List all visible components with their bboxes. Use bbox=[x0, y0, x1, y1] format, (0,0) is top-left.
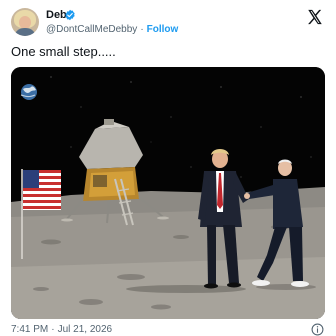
tweet-header: Deb @DontCallMeDebby · Follow bbox=[0, 0, 336, 40]
separator-dot: · bbox=[51, 324, 55, 335]
follow-button[interactable]: Follow bbox=[147, 24, 179, 35]
info-icon[interactable] bbox=[311, 323, 324, 336]
tweet-text: One small step..... bbox=[11, 44, 116, 59]
verified-badge-icon bbox=[65, 9, 75, 21]
separator-dot: · bbox=[140, 24, 144, 35]
x-logo-icon[interactable] bbox=[306, 8, 324, 26]
tweet-timestamp[interactable]: 7:41 PM · Jul 21, 2026 bbox=[11, 324, 112, 335]
tweet-time: 7:41 PM bbox=[11, 324, 49, 335]
avatar[interactable] bbox=[11, 8, 39, 36]
tweet-date: Jul 21, 2026 bbox=[57, 324, 113, 335]
moon-landing-image bbox=[11, 67, 325, 319]
author-handle[interactable]: @DontCallMeDebby bbox=[46, 24, 137, 35]
handle-line: @DontCallMeDebby · Follow bbox=[46, 24, 178, 35]
tweet-photo[interactable] bbox=[11, 67, 325, 319]
